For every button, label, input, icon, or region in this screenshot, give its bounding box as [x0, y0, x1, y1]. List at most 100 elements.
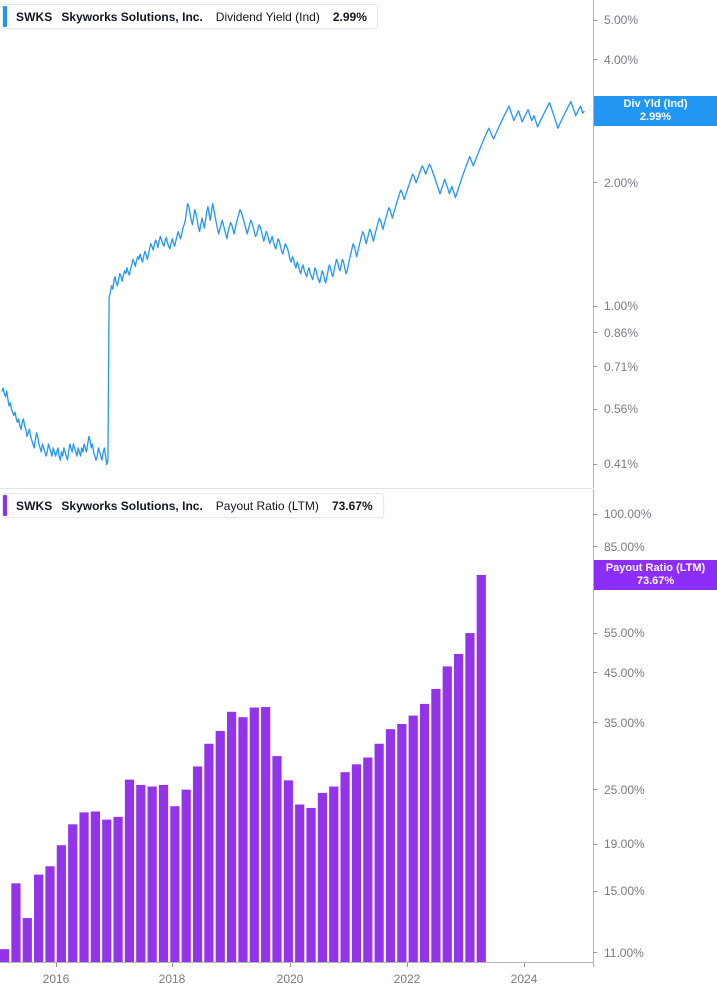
payout-ratio-bar — [419, 703, 430, 962]
x-tick-label: 2024 — [510, 972, 538, 986]
payout-ratio-bar — [0, 949, 10, 962]
y-tick-label: 45.00% — [604, 665, 645, 680]
payout-ratio-bar — [181, 789, 191, 962]
y-tick-label: 25.00% — [604, 782, 645, 797]
y-tick-mark — [593, 182, 597, 184]
payout-ratio-bar — [113, 816, 123, 962]
payout-ratio-bar — [45, 866, 55, 962]
y-tick-mark — [593, 890, 597, 892]
y-tick-mark — [593, 19, 597, 21]
dividend-yield-plot[interactable] — [0, 0, 593, 488]
payout-ratio-bar — [249, 707, 259, 962]
legend-metric-value: 2.99% — [332, 9, 367, 24]
x-axis-line — [0, 962, 593, 963]
payout-ratio-bar — [329, 786, 339, 962]
x-tick-mark — [524, 963, 525, 967]
legend-metric-label: Payout Ratio (LTM) — [215, 498, 319, 513]
payout-ratio-bar — [136, 784, 146, 962]
payout-ratio-bar — [465, 633, 475, 962]
current-value-badge: Div Yld (Ind) 2.99% — [594, 96, 717, 127]
payout-ratio-y-axis: 100.00%85.00%70.00%55.00%45.00%35.00%25.… — [593, 489, 717, 967]
payout-ratio-plot[interactable] — [0, 489, 593, 967]
legend-ticker: SWKS — [16, 498, 53, 513]
y-tick-label: 19.00% — [604, 837, 645, 852]
dividend-chart-page: 5.00%4.00%3.00%2.00%1.00%0.86%0.71%0.56%… — [0, 0, 717, 1005]
payout-ratio-bar — [431, 688, 441, 962]
dividend-yield-legend[interactable]: SWKS Skyworks Solutions, Inc. Dividend Y… — [2, 4, 378, 29]
y-tick-label: 4.00% — [604, 52, 639, 67]
payout-ratio-bar — [283, 780, 293, 962]
y-tick-mark — [593, 332, 597, 334]
y-tick-label: 85.00% — [604, 539, 645, 554]
payout-ratio-bar — [204, 743, 214, 962]
dividend-yield-y-axis: 5.00%4.00%3.00%2.00%1.00%0.86%0.71%0.56%… — [593, 0, 717, 488]
y-tick-mark — [593, 632, 597, 634]
payout-ratio-bar — [340, 772, 350, 962]
dividend-yield-line-path — [1, 100, 585, 466]
y-tick-mark — [593, 513, 597, 515]
x-tick-mark — [172, 963, 173, 967]
y-tick-label: 35.00% — [604, 715, 645, 730]
payout-ratio-bar — [147, 786, 157, 962]
badge-value: 2.99% — [639, 111, 672, 124]
badge-label: Payout Ratio (LTM) — [605, 561, 706, 574]
badge-label: Div Yld (Ind) — [623, 98, 688, 111]
payout-ratio-bar — [385, 729, 396, 962]
payout-ratio-bar — [124, 779, 135, 962]
y-tick-label: 5.00% — [604, 13, 639, 28]
payout-ratio-bar — [227, 711, 237, 962]
x-tick-mark — [56, 963, 57, 967]
payout-ratio-bar — [79, 812, 89, 962]
legend-company-name: Skyworks Solutions, Inc. — [61, 498, 203, 513]
payout-ratio-bar — [397, 723, 407, 962]
y-tick-mark — [593, 789, 597, 791]
payout-ratio-bar — [295, 804, 305, 962]
payout-ratio-bar — [454, 653, 464, 962]
y-tick-label: 0.56% — [604, 402, 639, 417]
payout-ratio-bar — [442, 666, 452, 962]
y-tick-mark — [593, 952, 597, 954]
y-tick-label: 11.00% — [604, 945, 644, 960]
payout-ratio-bar — [56, 845, 66, 962]
payout-ratio-bar — [170, 806, 180, 962]
payout-ratio-legend[interactable]: SWKS Skyworks Solutions, Inc. Payout Rat… — [2, 493, 384, 518]
dividend-yield-line-svg — [1, 100, 585, 466]
legend-metric-value: 73.67% — [331, 498, 373, 513]
y-tick-label: 1.00% — [604, 299, 639, 314]
payout-ratio-bar — [272, 756, 282, 962]
y-tick-mark — [593, 366, 597, 368]
series-color-swatch — [3, 6, 7, 27]
y-tick-label: 15.00% — [604, 884, 645, 899]
y-tick-label: 100.00% — [604, 507, 652, 522]
x-tick-label: 2018 — [158, 972, 186, 986]
dividend-yield-panel: 5.00%4.00%3.00%2.00%1.00%0.86%0.71%0.56%… — [0, 0, 717, 489]
x-tick-mark — [407, 963, 408, 967]
payout-ratio-bar — [158, 784, 169, 962]
y-axis-line — [593, 0, 594, 488]
y-tick-mark — [593, 59, 597, 61]
badge-value: 73.67% — [636, 574, 675, 587]
y-tick-label: 2.00% — [604, 175, 639, 190]
legend-ticker: SWKS — [16, 9, 53, 24]
y-tick-mark — [593, 722, 597, 724]
y-tick-label: 0.71% — [604, 359, 639, 374]
x-axis: 2016 2018 2020 2022 2024 — [0, 962, 593, 1005]
payout-ratio-bar — [408, 715, 418, 962]
y-tick-label: 55.00% — [604, 626, 645, 641]
payout-ratio-bar — [363, 757, 373, 962]
payout-ratio-bar — [34, 874, 44, 962]
payout-ratio-bar — [22, 918, 32, 962]
y-tick-mark — [593, 672, 597, 674]
payout-ratio-bar — [192, 766, 203, 962]
y-tick-label: 0.41% — [604, 457, 639, 472]
payout-ratio-bar — [317, 792, 327, 962]
x-tick-label: 2016 — [42, 972, 70, 986]
legend-company-name: Skyworks Solutions, Inc. — [61, 9, 203, 24]
x-tick-label: 2020 — [276, 972, 304, 986]
payout-ratio-bars-svg — [0, 574, 486, 962]
y-tick-mark — [593, 463, 597, 465]
payout-ratio-panel: 100.00%85.00%70.00%55.00%45.00%35.00%25.… — [0, 489, 717, 1005]
payout-ratio-bar — [102, 819, 112, 962]
series-color-swatch — [3, 495, 7, 516]
x-tick-label: 2022 — [393, 972, 421, 986]
